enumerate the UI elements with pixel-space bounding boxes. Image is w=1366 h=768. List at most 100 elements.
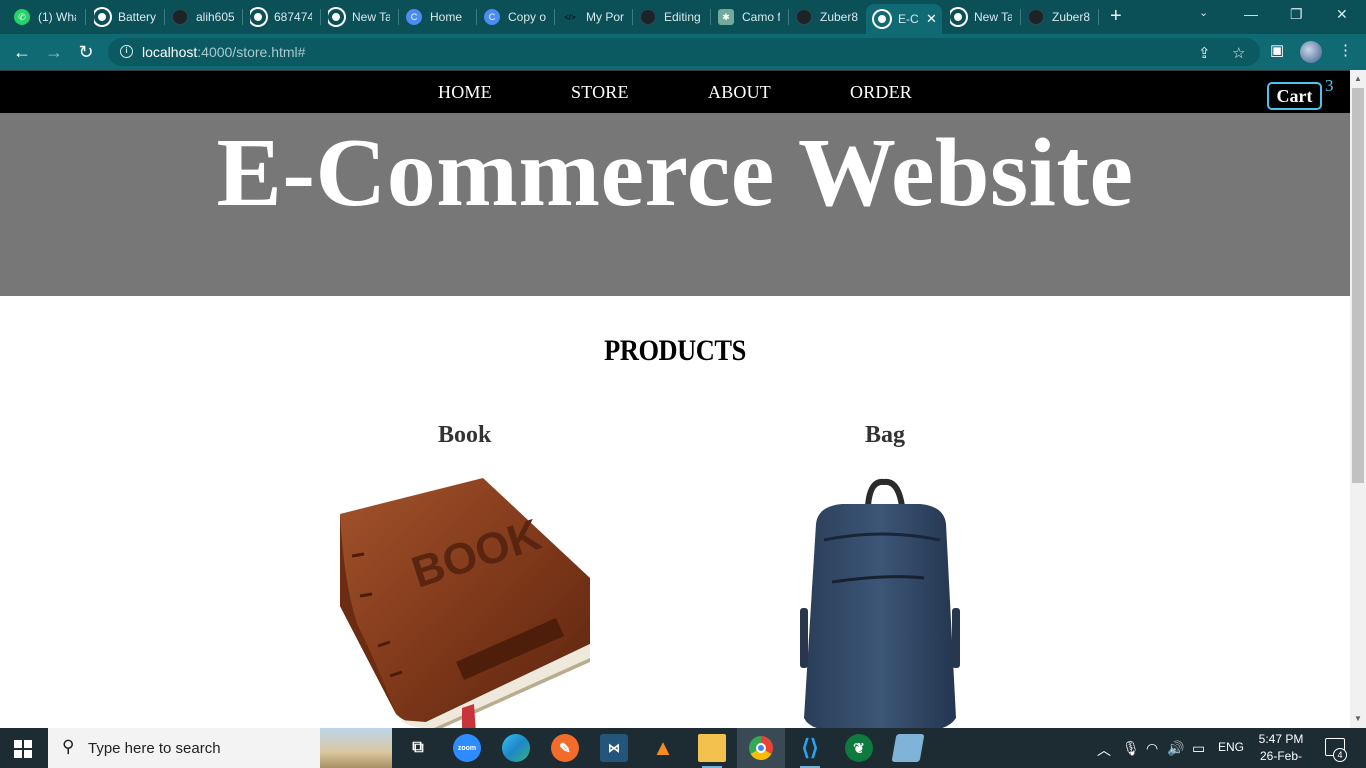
close-icon[interactable]: ✕ [926,11,937,27]
cart-count-badge: 3 [1325,76,1334,95]
web-page: HOME STORE ABOUT ORDER Cart 3 E-Commerce… [0,70,1350,728]
scroll-down-arrow-icon[interactable]: ▼ [1354,714,1362,723]
microphone-icon[interactable]: 🎙 [1122,740,1140,757]
scroll-up-arrow-icon[interactable]: ▲ [1354,74,1362,83]
clock-date: 26-Feb-23 [1259,749,1303,768]
tab-separator [320,9,321,25]
forward-arrow-icon[interactable]: → [42,40,66,64]
reload-icon[interactable]: ↻ [74,40,98,64]
mongodb-compass-icon[interactable]: ❦ [845,734,873,762]
search-placeholder: Type here to search [88,740,221,757]
chrome-icon [250,9,266,25]
tab-separator [788,9,789,25]
tab-zuber8[interactable]: Zuber8 [796,6,858,28]
tab-separator [1020,9,1021,25]
address-bar[interactable]: i localhost:4000/store.html# ⇪ ☆ [108,38,1260,66]
code-icon: </> [564,12,576,22]
tab-separator [85,9,86,25]
nav-link-order[interactable]: ORDER [850,82,912,103]
mysql-workbench-icon[interactable]: ⋈ [600,734,628,762]
windows-taskbar: ⚲ Type here to search ⧉ zoom ✎ ⋈ ▲ ⟨⟩ ❦ … [0,728,1366,768]
task-view-icon[interactable]: ⧉ [404,734,432,762]
windows-start-icon[interactable] [14,740,32,758]
restore-icon[interactable]: ❐ [1290,6,1303,23]
site-navbar: HOME STORE ABOUT ORDER Cart 3 [0,70,1350,113]
vlc-icon[interactable]: ▲ [649,734,677,762]
taskbar-search-box[interactable]: ⚲ Type here to search [48,728,392,768]
tray-chevron-up-icon[interactable]: ︿ [1097,740,1111,760]
postman-icon[interactable]: ✎ [551,734,579,762]
browser-toolbar: ← → ↻ i localhost:4000/store.html# ⇪ ☆ ▣… [0,34,1366,70]
back-arrow-icon[interactable]: ← [10,40,34,64]
url-text[interactable]: localhost:4000/store.html# [142,44,305,60]
side-panel-icon[interactable]: ▣ [1270,41,1284,59]
products-heading: PRODUCTS [604,334,746,367]
canva-icon: C [484,9,500,25]
chrome-icon [749,736,773,760]
nav-link-store[interactable]: STORE [571,82,629,103]
chrome-icon [328,9,344,25]
tab-my-portfolio[interactable]: </> My Por [562,6,624,28]
notification-count-badge: 4 [1333,748,1347,762]
chatgpt-icon: ✱ [718,9,734,25]
canva-icon: C [406,9,422,25]
bookmark-star-icon[interactable]: ☆ [1232,44,1245,62]
product-title-bag: Bag [865,422,906,448]
new-tab-button[interactable]: + [1110,5,1122,28]
tab-github-alih605[interactable]: alih605 [172,6,234,28]
github-icon [640,9,656,25]
product-image-book[interactable]: BOOK [338,476,592,728]
notepad-icon[interactable] [891,734,925,762]
zoom-icon[interactable]: zoom [453,734,481,762]
nav-link-about[interactable]: ABOUT [708,82,771,103]
kebab-menu-icon[interactable]: ⋮ [1338,41,1353,59]
github-icon [1028,9,1044,25]
product-title-book: Book [438,422,492,448]
tab-separator [476,9,477,25]
tab-separator [1098,9,1099,25]
tab-687474[interactable]: 687474 [250,6,312,28]
tab-whatsapp[interactable]: ✆(1) Wha [14,6,76,28]
battery-icon[interactable]: ▭ [1192,740,1205,757]
nav-link-home[interactable]: HOME [438,82,492,103]
scrollbar-thumb[interactable] [1352,88,1364,483]
tab-camo[interactable]: ✱ Camo f [718,6,780,28]
close-window-icon[interactable]: ✕ [1336,6,1348,23]
product-image-bag[interactable] [798,478,962,728]
tab-separator [710,9,711,25]
search-icon: ⚲ [62,737,75,756]
tab-editing[interactable]: Editing [640,6,702,28]
tab-canva-copy[interactable]: C Copy o [484,6,546,28]
volume-icon[interactable]: 🔊 [1167,740,1184,757]
share-icon[interactable]: ⇪ [1198,44,1211,62]
edge-icon[interactable] [502,734,530,762]
language-indicator[interactable]: ENG [1218,740,1244,754]
wifi-icon[interactable]: ◠ [1146,740,1158,757]
tab-separator [242,9,243,25]
browser-tab-strip: ✆(1) Wha Battery alih605 687474 New Ta C… [0,0,1366,34]
file-explorer-icon[interactable] [698,734,726,768]
github-icon [172,9,188,25]
taskbar-clock[interactable]: 5:47 PM 26-Feb-23 [1254,731,1308,768]
tab-battery[interactable]: Battery [94,6,156,28]
tab-separator [554,9,555,25]
tab-canva-home[interactable]: C Home [406,6,468,28]
chrome-icon [874,11,890,27]
tab-separator [632,9,633,25]
tab-separator [164,9,165,25]
tab-new-tab-2[interactable]: New Ta [950,6,1012,28]
tab-zuber8-2[interactable]: Zuber8 [1028,6,1090,28]
cart-button[interactable]: Cart [1267,82,1322,110]
tab-ecommerce-active[interactable]: E-C ✕ [866,4,942,34]
minimize-icon[interactable]: — [1244,6,1258,22]
page-scrollbar[interactable]: ▲ ▼ [1350,70,1366,728]
clock-time: 5:47 PM [1258,732,1304,746]
tab-new-tab[interactable]: New Ta [328,6,390,28]
tab-search-chevron-icon[interactable]: ⌄ [1199,6,1208,19]
profile-avatar[interactable] [1300,41,1322,63]
tab-separator [398,9,399,25]
site-info-icon[interactable]: i [120,45,133,58]
github-icon [796,9,812,25]
chrome-taskbar-icon[interactable] [737,728,785,768]
vscode-icon[interactable]: ⟨⟩ [796,734,824,768]
